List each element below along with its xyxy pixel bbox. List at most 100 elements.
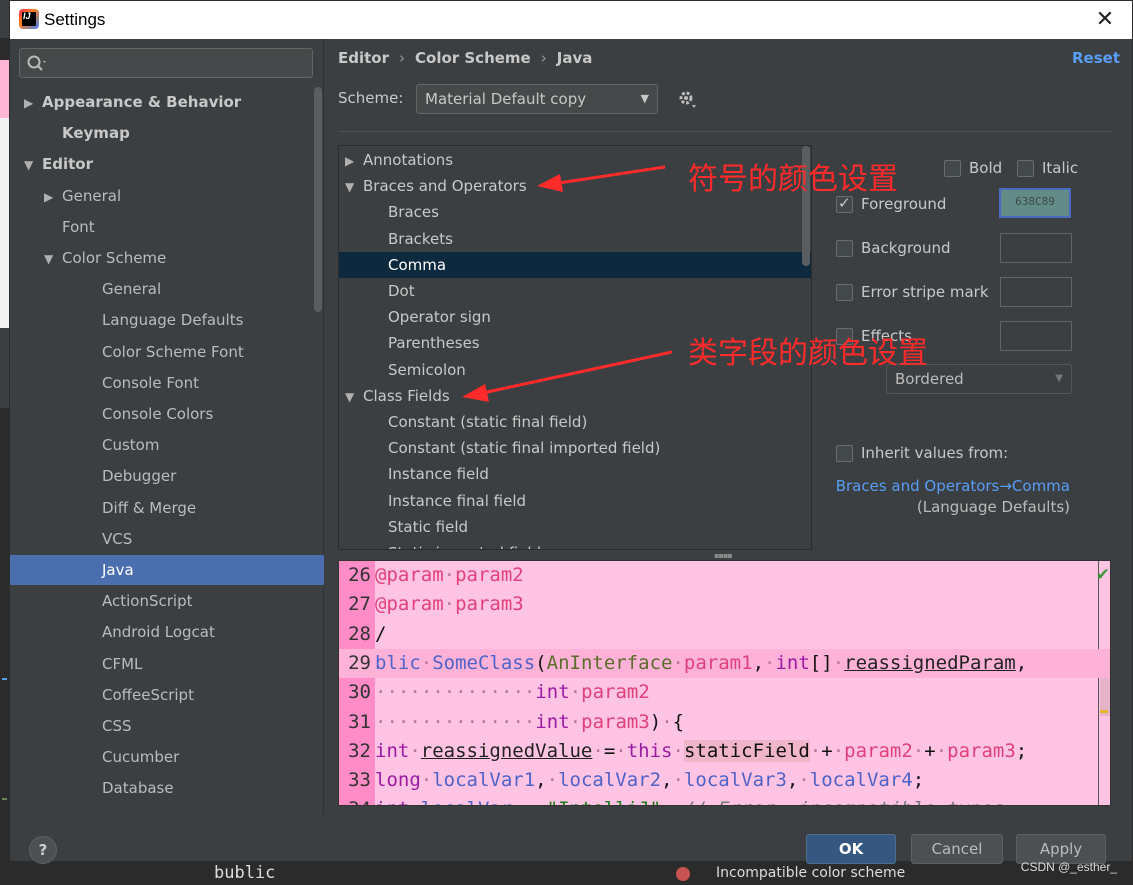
sidebar-item[interactable]: Console Font	[10, 368, 324, 398]
sidebar-item[interactable]: CSS	[10, 711, 324, 741]
chevron-down-icon[interactable]: ▼	[24, 150, 42, 180]
color-element-item[interactable]: Constant (static final field)	[339, 409, 811, 435]
code-line: 32 int·reassignedValue·=·this·staticField…	[339, 737, 1110, 766]
code-line: 26 @param·param2	[339, 561, 1110, 590]
color-element-label: Parentheses	[388, 334, 480, 353]
intellij-app-icon	[19, 9, 39, 29]
color-element-item[interactable]: Operator sign	[339, 304, 811, 330]
color-element-item[interactable]: Static field	[339, 514, 811, 540]
chevron-right-icon[interactable]: ▶	[44, 182, 62, 212]
inherit-source-link[interactable]: Braces and Operators→Comma	[836, 477, 1070, 495]
search-icon[interactable]	[25, 52, 49, 74]
sidebar-item[interactable]: Diff & Merge	[10, 493, 324, 523]
ok-button[interactable]: OK	[806, 834, 896, 864]
color-element-item[interactable]: Braces	[339, 199, 811, 225]
sidebar-item[interactable]: Console Colors	[10, 399, 324, 429]
color-element-label: Braces	[388, 203, 439, 222]
scheme-dropdown[interactable]: Material Default copy ▼	[416, 84, 658, 114]
code-line: 33 long·localVar1,·localVar2,·localVar3,·…	[339, 766, 1110, 795]
sidebar-item[interactable]: ▶ General	[10, 181, 324, 211]
chevron-right-icon[interactable]: ▶	[345, 148, 363, 174]
color-element-label: Braces and Operators	[363, 177, 527, 196]
color-element-label: Brackets	[388, 229, 453, 248]
sidebar-item[interactable]: ▼ Color Scheme	[10, 243, 324, 273]
color-element-label: Static field	[388, 517, 469, 536]
error-stripe-color-swatch[interactable]	[1000, 277, 1072, 307]
color-element-item[interactable]: Instance final field	[339, 488, 811, 514]
background-mark	[2, 798, 7, 800]
sidebar-item[interactable]: Android Logcat	[10, 617, 324, 647]
color-element-label: Class Fields	[363, 386, 450, 405]
sidebar-item-label: Language Defaults	[102, 311, 244, 330]
sidebar-item[interactable]: Java	[10, 555, 324, 585]
code-line: 31 ··············int·param3)·{	[339, 708, 1110, 737]
sidebar-item[interactable]: ▼ Editor	[10, 149, 324, 179]
background-pink-region	[0, 60, 9, 118]
background-status-strip: bublic Incompatible color scheme	[0, 862, 1133, 885]
effects-color-swatch[interactable]	[1000, 321, 1072, 351]
sidebar-item-label: Editor	[42, 155, 93, 174]
sidebar-item[interactable]: Custom	[10, 430, 324, 460]
color-element-item[interactable]: Brackets	[339, 226, 811, 252]
foreground-checkbox[interactable]	[836, 194, 853, 213]
color-element-item[interactable]: Constant (static final imported field)	[339, 435, 811, 461]
sidebar-item[interactable]: Color Scheme Font	[10, 337, 324, 367]
help-button[interactable]: ?	[29, 836, 57, 864]
gear-icon[interactable]	[677, 89, 699, 111]
italic-checkbox[interactable]	[1017, 160, 1034, 177]
color-element-item[interactable]: Static imported field	[339, 540, 811, 549]
sidebar-item[interactable]: ActionScript	[10, 586, 324, 616]
foreground-color-swatch[interactable]: 638C89	[999, 188, 1071, 218]
color-element-item[interactable]: ▼ Class Fields	[339, 383, 811, 410]
code-preview[interactable]: ✔ 26 @param·param2 27 @param·param3 28/29 bli…	[338, 560, 1111, 806]
sidebar-item[interactable]: Font	[10, 212, 324, 242]
sidebar-item[interactable]: Language Defaults	[10, 305, 324, 335]
sidebar-item[interactable]: VCS	[10, 524, 324, 554]
background-label: Background	[861, 239, 951, 257]
inherit-checkbox[interactable]	[836, 445, 853, 462]
sidebar-item[interactable]: Debugger	[10, 461, 324, 491]
error-stripe-checkbox[interactable]	[836, 284, 853, 301]
sidebar-item[interactable]: ▶ Appearance & Behavior	[10, 87, 324, 117]
line-number: 32	[348, 739, 371, 762]
chevron-down-icon[interactable]: ▼	[345, 174, 363, 200]
color-element-item[interactable]: Comma	[339, 251, 811, 278]
color-element-item[interactable]: Dot	[339, 278, 811, 304]
reset-link[interactable]: Reset	[1072, 49, 1120, 67]
color-element-label: Annotations	[363, 151, 454, 169]
splitter-handle[interactable]: ▪▪▪▪	[714, 551, 734, 560]
sidebar-item[interactable]: CoffeeScript	[10, 680, 324, 710]
cancel-button[interactable]: Cancel	[911, 834, 1003, 864]
settings-search-input[interactable]	[19, 48, 313, 78]
sidebar-item-label: VCS	[102, 529, 133, 548]
background-mark	[2, 678, 7, 680]
color-element-label: Instance field	[388, 465, 489, 484]
sidebar-item-label: Debugger	[102, 467, 177, 486]
color-element-item[interactable]: Instance field	[339, 461, 811, 487]
code-text: ··············int·param2	[375, 681, 650, 704]
code-line: 30 ··············int·param2	[339, 678, 1110, 707]
code-text: long·localVar1,·localVar2,·localVar3,·lo…	[375, 769, 925, 792]
background-window-left	[0, 38, 9, 885]
chevron-down-icon[interactable]: ▼	[44, 244, 62, 274]
sidebar-item-label: Appearance & Behavior	[42, 93, 242, 111]
chevron-down-icon[interactable]: ▼	[345, 384, 363, 410]
color-element-label: Constant (static final imported field)	[388, 439, 661, 458]
sidebar-item[interactable]: Keymap	[10, 118, 324, 148]
tree-scrollbar[interactable]	[314, 87, 322, 312]
code-text: int·reassignedValue·=·this·staticField·+…	[375, 739, 1028, 762]
sidebar-item-label: Font	[62, 217, 95, 236]
background-color-swatch[interactable]	[1000, 233, 1072, 263]
chevron-right-icon[interactable]: ▶	[24, 88, 42, 118]
sidebar-item[interactable]: Cucumber	[10, 742, 324, 772]
code-text: ··············int·param3)·{	[375, 710, 685, 733]
sidebar-item[interactable]: Database	[10, 773, 324, 803]
bold-checkbox[interactable]	[944, 160, 961, 177]
sidebar-item-label: CoffeeScript	[102, 685, 194, 704]
background-checkbox[interactable]	[836, 240, 853, 257]
sidebar-item[interactable]: CFML	[10, 649, 324, 679]
sidebar-item[interactable]: General	[10, 274, 324, 304]
divider	[338, 131, 1112, 132]
close-button[interactable]: ✕	[1092, 7, 1118, 33]
scheme-label: Scheme:	[338, 89, 404, 107]
